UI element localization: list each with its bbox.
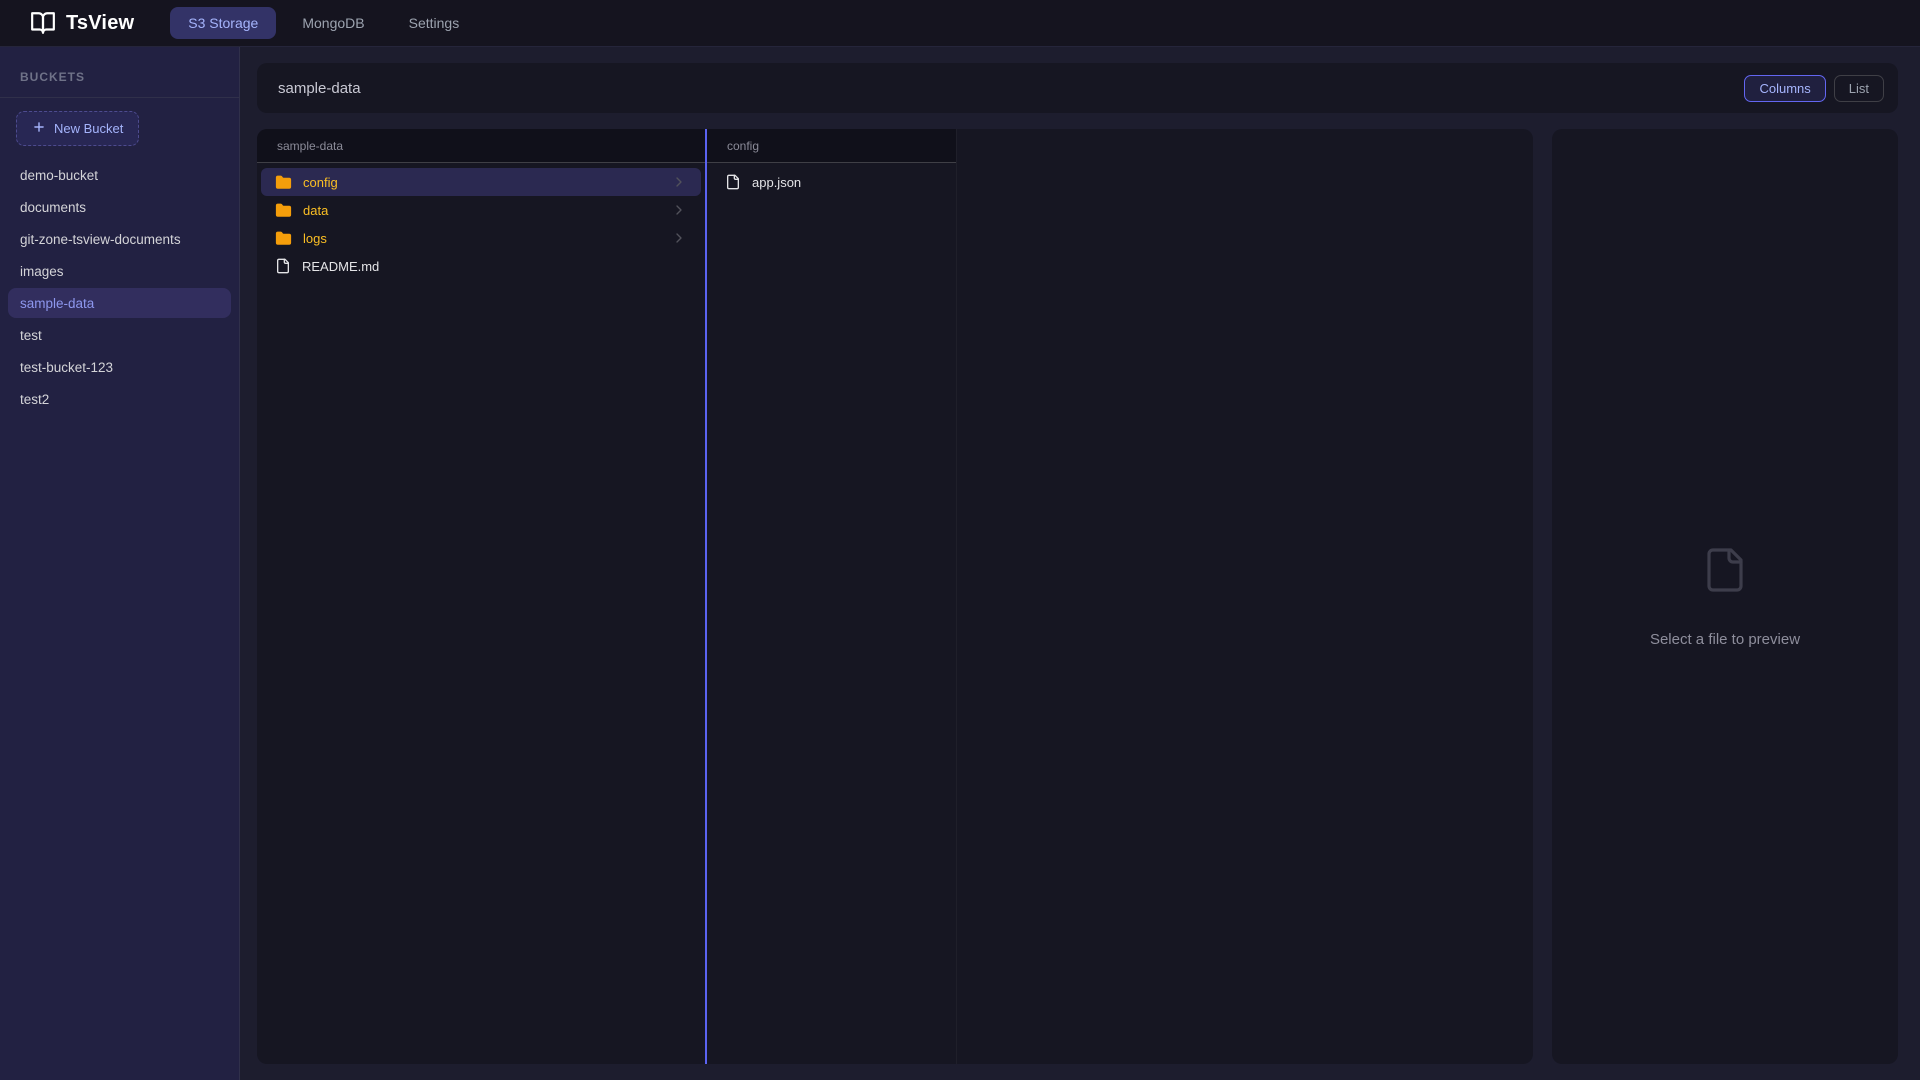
view-button-list[interactable]: List	[1834, 75, 1884, 102]
new-bucket-label: New Bucket	[54, 121, 123, 136]
bucket-label: git-zone-tsview-documents	[20, 232, 181, 247]
bucket-label: demo-bucket	[20, 168, 98, 183]
bucket-label: images	[20, 264, 64, 279]
main-nav: S3 StorageMongoDB Settings	[170, 7, 477, 39]
sidebar-bucket-test2[interactable]: test2	[8, 384, 231, 414]
folder-icon	[275, 174, 292, 191]
bucket-label: test	[20, 328, 42, 343]
row-label: logs	[303, 231, 327, 246]
bucket-label: documents	[20, 200, 86, 215]
topbar: TsView S3 StorageMongoDB Settings	[0, 0, 1920, 47]
nav-tab-mongodb[interactable]: MongoDB	[284, 7, 382, 39]
bucket-header-bar: sample-data Columns List	[257, 63, 1898, 113]
view-button-columns[interactable]: Columns	[1744, 75, 1825, 102]
content-row: sample-dataconfigdatalogsREADME.mdconfig…	[257, 129, 1898, 1064]
bucket-label: test2	[20, 392, 49, 407]
column-rows: config data logs README.md	[257, 163, 705, 285]
nav-tab-settings[interactable]: Settings	[391, 7, 478, 39]
column-browser: sample-dataconfigdatalogsREADME.mdconfig…	[257, 129, 1533, 1064]
file-row-app-json[interactable]: app.json	[711, 168, 952, 196]
app-title: TsView	[66, 12, 134, 35]
sidebar-bucket-sample-data[interactable]: sample-data	[8, 288, 231, 318]
view-toggle: Columns List	[1744, 75, 1884, 102]
sidebar-bucket-test-bucket-123[interactable]: test-bucket-123	[8, 352, 231, 382]
plus-icon	[32, 120, 46, 137]
sidebar-bucket-git-zone-tsview-documents[interactable]: git-zone-tsview-documents	[8, 224, 231, 254]
column-panel-sample-data: sample-data config data logs README.md	[257, 129, 707, 1064]
column-panel-config: config app.json	[707, 129, 957, 1064]
row-label: config	[303, 175, 338, 190]
folder-icon	[275, 230, 292, 247]
bucket-label: sample-data	[20, 296, 94, 311]
file-icon	[725, 174, 741, 190]
chevron-right-icon	[671, 174, 687, 190]
column-rows: app.json	[707, 163, 956, 201]
column-header: sample-data	[257, 129, 705, 163]
row-label: README.md	[302, 259, 379, 274]
preview-placeholder: Select a file to preview	[1650, 631, 1800, 648]
folder-row-logs[interactable]: logs	[261, 224, 701, 252]
file-row-readme-md[interactable]: README.md	[261, 252, 701, 280]
bucket-list: demo-bucket documents git-zone-tsview-docu…	[0, 156, 239, 418]
book-open-icon	[30, 10, 56, 36]
main-content: sample-data ColumnsList sample-dataconfi…	[240, 47, 1920, 1080]
body-row: BUCKETS New Bucket demo-bucket documents g…	[0, 47, 1920, 1080]
buckets-section-label: BUCKETS	[0, 47, 239, 98]
chevron-right-icon	[671, 230, 687, 246]
folder-row-data[interactable]: data	[261, 196, 701, 224]
folder-row-config[interactable]: config	[261, 168, 701, 196]
row-label: app.json	[752, 175, 801, 190]
preview-panel: Select a file to preview	[1552, 129, 1898, 1064]
file-preview-icon	[1701, 546, 1749, 599]
sidebar-bucket-documents[interactable]: documents	[8, 192, 231, 222]
bucket-label: test-bucket-123	[20, 360, 113, 375]
row-label: data	[303, 203, 328, 218]
sidebar: BUCKETS New Bucket demo-bucket documents g…	[0, 47, 240, 1080]
chevron-right-icon	[671, 202, 687, 218]
column-header: config	[707, 129, 956, 163]
sidebar-bucket-images[interactable]: images	[8, 256, 231, 286]
folder-icon	[275, 202, 292, 219]
sidebar-bucket-test[interactable]: test	[8, 320, 231, 350]
sidebar-bucket-demo-bucket[interactable]: demo-bucket	[8, 160, 231, 190]
app-logo: TsView	[30, 10, 134, 36]
nav-tab-s3-storage[interactable]: S3 Storage	[170, 7, 276, 39]
file-icon	[275, 258, 291, 274]
app-root: TsView S3 StorageMongoDB Settings BUCKETS…	[0, 0, 1920, 1080]
page-title: sample-data	[278, 80, 361, 97]
new-bucket-wrap: New Bucket	[0, 98, 239, 156]
new-bucket-button[interactable]: New Bucket	[16, 111, 139, 146]
